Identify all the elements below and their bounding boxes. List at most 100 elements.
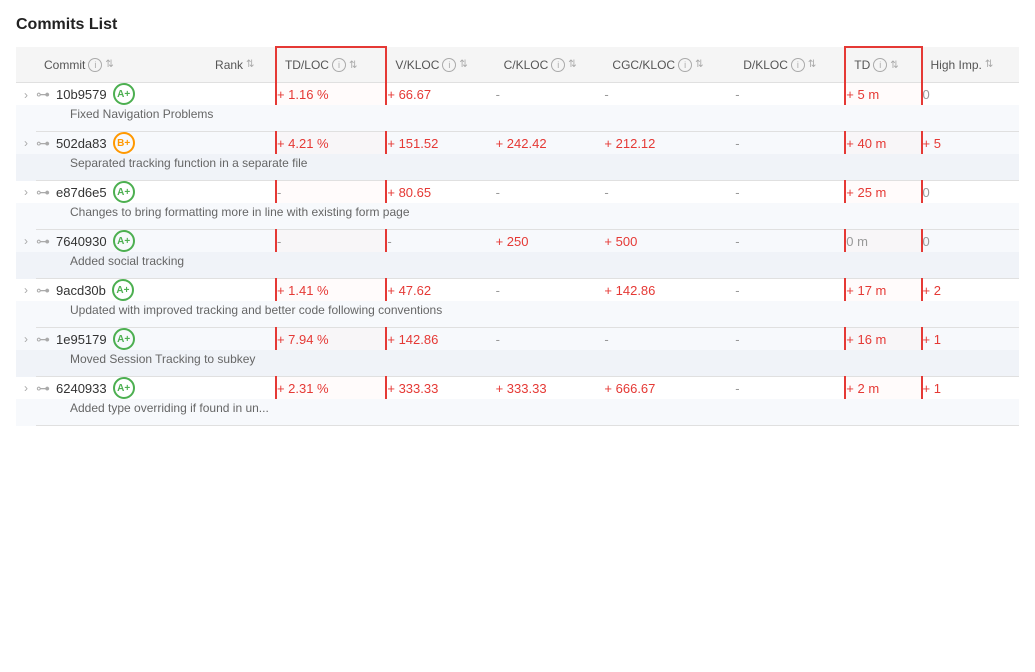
vkloc-info-icon[interactable]: i xyxy=(442,58,456,72)
commit-id-cell: ⊶ 6240933 A+ xyxy=(36,377,207,400)
dkloc-cell: - xyxy=(735,132,845,155)
table-sub-row: Added social tracking xyxy=(16,252,1019,279)
expand-cell[interactable]: › xyxy=(16,181,36,204)
cgckloc-cell: + 212.12 xyxy=(604,132,735,155)
commit-description: Moved Session Tracking to subkey xyxy=(36,350,1019,377)
cgckloc-cell: + 666.67 xyxy=(604,377,735,400)
rank-cell xyxy=(207,132,276,155)
cgckloc-cell: + 500 xyxy=(604,230,735,253)
rank-badge: A+ xyxy=(113,377,135,399)
ckloc-value: - xyxy=(496,185,500,200)
table-row: › ⊶ 10b9579 A+ + 1.16 % + 66.67 - - - + … xyxy=(16,83,1019,106)
dkloc-value: - xyxy=(735,136,739,151)
commit-symbol-icon: ⊶ xyxy=(36,380,50,397)
rank-cell xyxy=(207,230,276,253)
vkloc-sort-icon[interactable]: ⇅ xyxy=(459,59,467,70)
highimp-col-header: High Imp. ⇅ xyxy=(922,47,1020,83)
tdloc-sort-icon[interactable]: ⇅ xyxy=(349,60,357,71)
commit-id[interactable]: 10b9579 xyxy=(56,87,107,102)
commit-id-cell: ⊶ 7640930 A+ xyxy=(36,230,207,253)
dkloc-sort-icon[interactable]: ⇅ xyxy=(808,59,816,70)
dkloc-cell: - xyxy=(735,328,845,351)
commit-id-cell: ⊶ 502da83 B+ xyxy=(36,132,207,155)
highimp-cell: + 5 xyxy=(922,132,1020,155)
expand-cell[interactable]: › xyxy=(16,377,36,400)
chevron-right-icon[interactable]: › xyxy=(24,283,28,297)
commit-id[interactable]: 1e95179 xyxy=(56,332,107,347)
tdloc-col-label: TD/LOC xyxy=(285,58,329,72)
table-row: › ⊶ e87d6e5 A+ - + 80.65 - - - + 25 m xyxy=(16,181,1019,204)
td-cell: + 17 m xyxy=(845,279,921,302)
commit-id[interactable]: e87d6e5 xyxy=(56,185,107,200)
vkloc-value: + 333.33 xyxy=(387,381,438,396)
expand-cell[interactable]: › xyxy=(16,132,36,155)
commit-symbol-icon: ⊶ xyxy=(36,135,50,152)
highimp-value: 0 xyxy=(923,185,930,200)
vkloc-value: + 151.52 xyxy=(387,136,438,151)
expand-cell[interactable]: › xyxy=(16,230,36,253)
vkloc-cell: + 80.65 xyxy=(386,181,495,204)
dkloc-col-label: D/KLOC xyxy=(743,58,788,72)
commits-table: Commit i ⇅ Rank ⇅ TD/LOC i ⇅ xyxy=(16,46,1019,426)
cgckloc-value: - xyxy=(604,332,608,347)
table-sub-row: Changes to bring formatting more in line… xyxy=(16,203,1019,230)
tdloc-cell: + 7.94 % xyxy=(276,328,386,351)
highimp-cell: + 1 xyxy=(922,328,1020,351)
chevron-right-icon[interactable]: › xyxy=(24,136,28,150)
table-sub-row: Fixed Navigation Problems xyxy=(16,105,1019,132)
highimp-sort-icon[interactable]: ⇅ xyxy=(985,59,993,70)
rank-cell xyxy=(207,377,276,400)
td-cell: + 2 m xyxy=(845,377,921,400)
expand-col-header xyxy=(16,47,36,83)
commit-info-icon[interactable]: i xyxy=(88,58,102,72)
dkloc-value: - xyxy=(735,87,739,102)
rank-badge: A+ xyxy=(113,83,135,105)
commit-id[interactable]: 9acd30b xyxy=(56,283,106,298)
vkloc-value: + 142.86 xyxy=(387,332,438,347)
td-sort-icon[interactable]: ⇅ xyxy=(890,60,898,71)
tdloc-value: + 4.21 % xyxy=(277,136,329,151)
expand-cell[interactable]: › xyxy=(16,328,36,351)
page-title: Commits List xyxy=(16,16,1019,34)
dkloc-info-icon[interactable]: i xyxy=(791,58,805,72)
dkloc-cell: - xyxy=(735,377,845,400)
cgckloc-sort-icon[interactable]: ⇅ xyxy=(695,59,703,70)
tdloc-info-icon[interactable]: i xyxy=(332,58,346,72)
highimp-cell: 0 xyxy=(922,230,1020,253)
chevron-right-icon[interactable]: › xyxy=(24,332,28,346)
vkloc-cell: + 142.86 xyxy=(386,328,495,351)
commit-id[interactable]: 6240933 xyxy=(56,381,107,396)
sub-expand-cell xyxy=(16,301,36,328)
ckloc-info-icon[interactable]: i xyxy=(551,58,565,72)
td-cell: + 5 m xyxy=(845,83,921,106)
commit-sort-icon[interactable]: ⇅ xyxy=(105,59,113,70)
chevron-right-icon[interactable]: › xyxy=(24,381,28,395)
expand-cell[interactable]: › xyxy=(16,83,36,106)
ckloc-value: + 250 xyxy=(496,234,529,249)
ckloc-sort-icon[interactable]: ⇅ xyxy=(568,59,576,70)
rank-badge: A+ xyxy=(113,230,135,252)
cgckloc-value: + 212.12 xyxy=(604,136,655,151)
chevron-right-icon[interactable]: › xyxy=(24,185,28,199)
tdloc-cell: + 4.21 % xyxy=(276,132,386,155)
vkloc-cell: - xyxy=(386,230,495,253)
commit-id-cell: ⊶ e87d6e5 A+ xyxy=(36,181,207,204)
ckloc-col-label: C/KLOC xyxy=(504,58,549,72)
chevron-right-icon[interactable]: › xyxy=(24,88,28,102)
table-row: › ⊶ 9acd30b A+ + 1.41 % + 47.62 - + 142.… xyxy=(16,279,1019,302)
cgckloc-value: + 500 xyxy=(604,234,637,249)
ckloc-value: - xyxy=(496,283,500,298)
highimp-cell: 0 xyxy=(922,181,1020,204)
cgckloc-col-header: CGC/KLOC i ⇅ xyxy=(604,47,735,83)
cgckloc-info-icon[interactable]: i xyxy=(678,58,692,72)
commit-symbol-icon: ⊶ xyxy=(36,86,50,103)
table-row: › ⊶ 1e95179 A+ + 7.94 % + 142.86 - - - +… xyxy=(16,328,1019,351)
td-info-icon[interactable]: i xyxy=(873,58,887,72)
vkloc-cell: + 333.33 xyxy=(386,377,495,400)
rank-sort-icon[interactable]: ⇅ xyxy=(246,59,254,70)
expand-cell[interactable]: › xyxy=(16,279,36,302)
commit-id[interactable]: 7640930 xyxy=(56,234,107,249)
chevron-right-icon[interactable]: › xyxy=(24,234,28,248)
commit-col-header: Commit i ⇅ xyxy=(36,47,207,83)
commit-id[interactable]: 502da83 xyxy=(56,136,107,151)
